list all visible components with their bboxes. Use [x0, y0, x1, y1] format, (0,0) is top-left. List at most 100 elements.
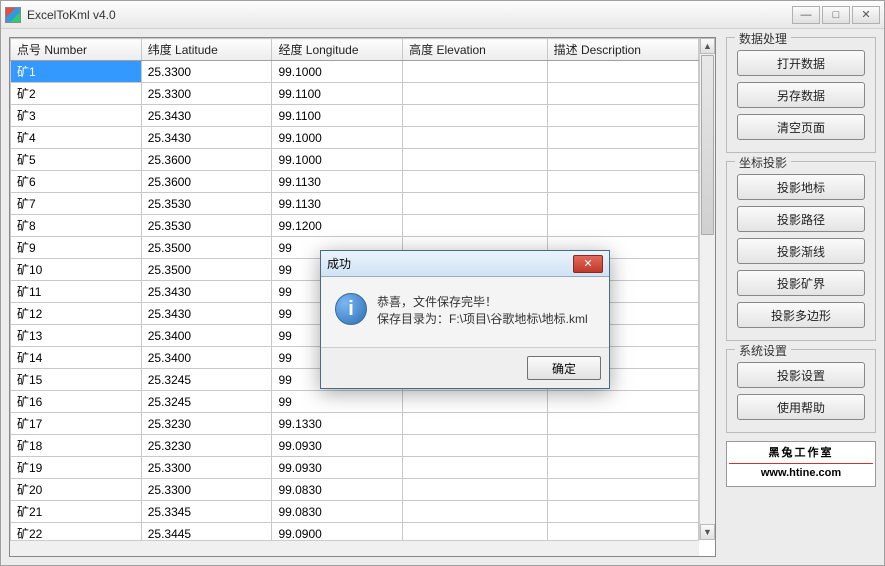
project-boundary-button[interactable]: 投影矿界 — [737, 270, 865, 296]
horizontal-scrollbar[interactable] — [10, 540, 699, 556]
table-row[interactable]: 矿2025.330099.0830 — [11, 479, 699, 501]
cell-lon[interactable]: 99.1000 — [272, 149, 403, 171]
cell-lon[interactable]: 99.0930 — [272, 457, 403, 479]
cell-num[interactable]: 矿3 — [11, 105, 142, 127]
project-gradient-button[interactable]: 投影渐线 — [737, 238, 865, 264]
table-row[interactable]: 矿125.330099.1000 — [11, 61, 699, 83]
cell-elev[interactable] — [403, 435, 547, 457]
cell-lon[interactable]: 99.0830 — [272, 479, 403, 501]
cell-num[interactable]: 矿4 — [11, 127, 142, 149]
cell-lon[interactable]: 99.1100 — [272, 83, 403, 105]
cell-elev[interactable] — [403, 479, 547, 501]
col-number[interactable]: 点号 Number — [11, 39, 142, 61]
cell-lat[interactable]: 25.3600 — [141, 149, 272, 171]
title-bar[interactable]: ExcelToKml v4.0 — □ ✕ — [1, 1, 884, 29]
project-polygon-button[interactable]: 投影多边形 — [737, 302, 865, 328]
cell-lat[interactable]: 25.3345 — [141, 501, 272, 523]
dialog-ok-button[interactable]: 确定 — [527, 356, 601, 380]
cell-num[interactable]: 矿13 — [11, 325, 142, 347]
col-elevation[interactable]: 高度 Elevation — [403, 39, 547, 61]
scroll-thumb[interactable] — [701, 55, 714, 235]
cell-lon[interactable]: 99.0930 — [272, 435, 403, 457]
cell-lat[interactable]: 25.3230 — [141, 413, 272, 435]
col-longitude[interactable]: 经度 Longitude — [272, 39, 403, 61]
cell-lat[interactable]: 25.3300 — [141, 83, 272, 105]
scroll-up-arrow[interactable]: ▲ — [700, 38, 715, 54]
cell-elev[interactable] — [403, 105, 547, 127]
cell-num[interactable]: 矿2 — [11, 83, 142, 105]
cell-desc[interactable] — [547, 391, 698, 413]
close-button[interactable]: ✕ — [852, 6, 880, 24]
cell-num[interactable]: 矿7 — [11, 193, 142, 215]
cell-lat[interactable]: 25.3530 — [141, 215, 272, 237]
cell-lon[interactable]: 99 — [272, 391, 403, 413]
cell-lat[interactable]: 25.3445 — [141, 523, 272, 541]
cell-elev[interactable] — [403, 413, 547, 435]
scroll-down-arrow[interactable]: ▼ — [700, 524, 715, 540]
cell-elev[interactable] — [403, 149, 547, 171]
table-row[interactable]: 矿325.343099.1100 — [11, 105, 699, 127]
cell-lat[interactable]: 25.3300 — [141, 479, 272, 501]
cell-lon[interactable]: 99.1130 — [272, 193, 403, 215]
cell-num[interactable]: 矿5 — [11, 149, 142, 171]
cell-desc[interactable] — [547, 83, 698, 105]
table-row[interactable]: 矿625.360099.1130 — [11, 171, 699, 193]
cell-desc[interactable] — [547, 523, 698, 541]
cell-lat[interactable]: 25.3300 — [141, 457, 272, 479]
table-row[interactable]: 矿425.343099.1000 — [11, 127, 699, 149]
cell-lat[interactable]: 25.3430 — [141, 281, 272, 303]
cell-elev[interactable] — [403, 391, 547, 413]
vertical-scrollbar[interactable]: ▲ ▼ — [699, 38, 715, 540]
project-path-button[interactable]: 投影路径 — [737, 206, 865, 232]
maximize-button[interactable]: □ — [822, 6, 850, 24]
projection-settings-button[interactable]: 投影设置 — [737, 362, 865, 388]
table-row[interactable]: 矿525.360099.1000 — [11, 149, 699, 171]
cell-num[interactable]: 矿15 — [11, 369, 142, 391]
cell-desc[interactable] — [547, 457, 698, 479]
cell-lon[interactable]: 99.0830 — [272, 501, 403, 523]
cell-desc[interactable] — [547, 215, 698, 237]
cell-elev[interactable] — [403, 61, 547, 83]
open-data-button[interactable]: 打开数据 — [737, 50, 865, 76]
col-latitude[interactable]: 纬度 Latitude — [141, 39, 272, 61]
cell-lat[interactable]: 25.3245 — [141, 369, 272, 391]
cell-num[interactable]: 矿1 — [11, 61, 142, 83]
cell-num[interactable]: 矿6 — [11, 171, 142, 193]
save-data-button[interactable]: 另存数据 — [737, 82, 865, 108]
table-row[interactable]: 矿2125.334599.0830 — [11, 501, 699, 523]
cell-elev[interactable] — [403, 457, 547, 479]
cell-elev[interactable] — [403, 83, 547, 105]
cell-num[interactable]: 矿9 — [11, 237, 142, 259]
table-row[interactable]: 矿1625.324599 — [11, 391, 699, 413]
cell-lon[interactable]: 99.1130 — [272, 171, 403, 193]
cell-num[interactable]: 矿17 — [11, 413, 142, 435]
cell-lat[interactable]: 25.3230 — [141, 435, 272, 457]
cell-lat[interactable]: 25.3600 — [141, 171, 272, 193]
cell-elev[interactable] — [403, 127, 547, 149]
cell-num[interactable]: 矿19 — [11, 457, 142, 479]
help-button[interactable]: 使用帮助 — [737, 394, 865, 420]
cell-lat[interactable]: 25.3400 — [141, 347, 272, 369]
cell-lat[interactable]: 25.3430 — [141, 105, 272, 127]
cell-elev[interactable] — [403, 193, 547, 215]
col-description[interactable]: 描述 Description — [547, 39, 698, 61]
cell-desc[interactable] — [547, 61, 698, 83]
cell-elev[interactable] — [403, 523, 547, 541]
cell-lon[interactable]: 99.1330 — [272, 413, 403, 435]
table-row[interactable]: 矿225.330099.1100 — [11, 83, 699, 105]
cell-num[interactable]: 矿21 — [11, 501, 142, 523]
cell-desc[interactable] — [547, 479, 698, 501]
cell-lat[interactable]: 25.3300 — [141, 61, 272, 83]
cell-desc[interactable] — [547, 105, 698, 127]
cell-desc[interactable] — [547, 171, 698, 193]
cell-elev[interactable] — [403, 501, 547, 523]
cell-lat[interactable]: 25.3400 — [141, 325, 272, 347]
cell-lon[interactable]: 99.1000 — [272, 61, 403, 83]
cell-lat[interactable]: 25.3500 — [141, 259, 272, 281]
cell-lon[interactable]: 99.0900 — [272, 523, 403, 541]
cell-desc[interactable] — [547, 501, 698, 523]
table-row[interactable]: 矿1825.323099.0930 — [11, 435, 699, 457]
cell-lat[interactable]: 25.3500 — [141, 237, 272, 259]
cell-desc[interactable] — [547, 149, 698, 171]
cell-num[interactable]: 矿14 — [11, 347, 142, 369]
